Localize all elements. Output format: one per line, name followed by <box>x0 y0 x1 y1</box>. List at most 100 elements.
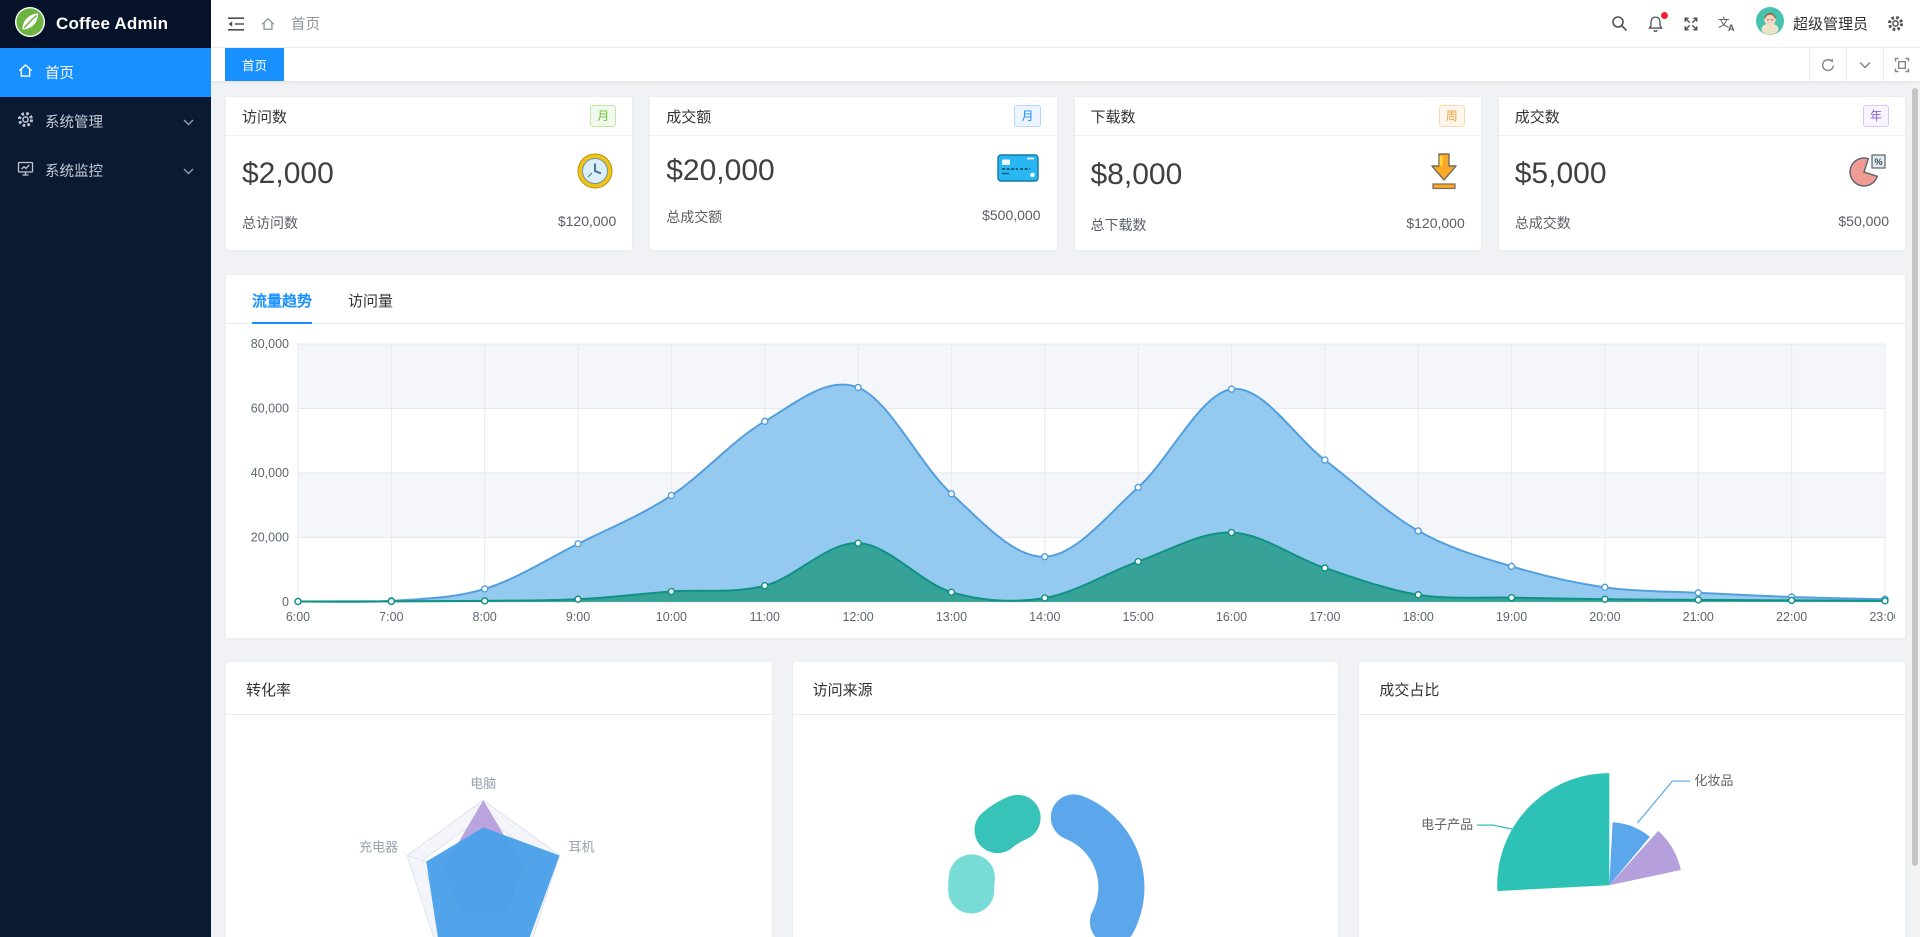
breadcrumb-home-icon[interactable] <box>260 16 276 32</box>
svg-text:11:00: 11:00 <box>750 610 780 624</box>
home-icon <box>17 62 34 83</box>
stat-card-title: 成交额 <box>666 108 712 126</box>
sidebar-item-home[interactable]: 首页 <box>0 48 211 97</box>
stat-footer-value: $50,000 <box>1838 213 1889 229</box>
deal-share-card: 成交占比 电子产品 化妆品 <box>1358 660 1907 937</box>
svg-text:14:00: 14:00 <box>1029 610 1060 624</box>
bottom-cards-row: 转化率 电脑 耳机 充电器 访问来源 成交占比 电子产品 化妆品 <box>225 660 1907 937</box>
refresh-icon[interactable] <box>1809 48 1846 81</box>
conversion-rate-card: 转化率 电脑 耳机 充电器 <box>225 660 773 937</box>
svg-text:20,000: 20,000 <box>251 530 289 544</box>
tags-view-bar: 首页 <box>211 48 1920 82</box>
app-root: Coffee Admin 首页 系统管理 系统监控 首页 文 A 超级管理员 首… <box>0 0 1920 937</box>
spring-leaf-logo-icon <box>14 6 46 43</box>
app-logo: Coffee Admin <box>0 0 211 48</box>
svg-text:21:00: 21:00 <box>1683 610 1714 624</box>
user-menu[interactable]: 超级管理员 <box>1755 7 1868 40</box>
svg-text:40,000: 40,000 <box>251 466 289 480</box>
bell-icon[interactable] <box>1647 11 1668 33</box>
svg-text:7:00: 7:00 <box>379 610 403 624</box>
period-badge: 周 <box>1438 105 1465 127</box>
svg-text:10:00: 10:00 <box>656 610 687 624</box>
svg-text:充电器: 充电器 <box>359 839 398 854</box>
chevron-down-icon <box>183 114 194 130</box>
tab-controls <box>1809 48 1920 81</box>
svg-text:电子产品: 电子产品 <box>1421 817 1473 832</box>
deal-share-chart: 电子产品 化妆品 <box>1359 715 1905 937</box>
area-chart-svg: 0 20,000 40,000 60,000 80,000 6:00 7:00 8:00 9:0… <box>251 337 1895 624</box>
clock-icon <box>576 152 614 195</box>
period-badge: 月 <box>1014 105 1041 127</box>
donut-chart-svg <box>947 794 1145 937</box>
tab-home[interactable]: 首页 <box>225 48 285 81</box>
stat-card-deals: 成交数 年 $5,000 % 总成交数 $50,000 <box>1497 96 1906 251</box>
stat-card-turnover: 成交额 月 $20,000 总成交额 $500,000 <box>649 96 1058 251</box>
stat-footer-label: 总成交额 <box>666 209 723 225</box>
svg-text:0: 0 <box>282 595 289 609</box>
username: 超级管理员 <box>1792 16 1868 33</box>
page-content: 访问数 月 $2,000 总访问数 $120,000 成交额 月 $20,000… <box>211 82 1920 937</box>
stat-footer-value: $120,000 <box>557 213 617 229</box>
sidebar-item-system-admin[interactable]: 系统管理 <box>0 97 211 146</box>
svg-text:9:00: 9:00 <box>566 610 590 624</box>
sidebar-item-label: 系统监控 <box>45 164 103 180</box>
stat-value: $5,000 <box>1514 156 1607 190</box>
stat-cards-row: 访问数 月 $2,000 总访问数 $120,000 成交额 月 $20,000… <box>225 96 1906 251</box>
tab-traffic-trend[interactable]: 流量趋势 <box>252 275 313 324</box>
svg-text:A: A <box>1728 23 1735 32</box>
svg-text:19:00: 19:00 <box>1496 610 1527 624</box>
download-icon <box>1425 152 1463 197</box>
rose-pie-chart-svg: 电子产品 化妆品 <box>1421 772 1734 891</box>
sidebar-item-system-monitor[interactable]: 系统监控 <box>0 146 211 195</box>
stat-card-title: 下载数 <box>1090 108 1136 126</box>
svg-text:化妆品: 化妆品 <box>1695 773 1734 788</box>
search-icon[interactable] <box>1611 15 1628 32</box>
sidebar-menu: 首页 系统管理 系统监控 <box>0 48 211 195</box>
translate-icon[interactable]: 文 A <box>1718 15 1737 33</box>
svg-text:15:00: 15:00 <box>1123 610 1154 624</box>
svg-text:6:00: 6:00 <box>286 610 310 624</box>
period-badge: 年 <box>1862 105 1889 127</box>
svg-text:%: % <box>1875 157 1883 167</box>
trend-tabs: 流量趋势 访问量 <box>226 275 1905 324</box>
stat-footer-value: $500,000 <box>982 207 1041 223</box>
stat-card-title: 成交数 <box>1514 108 1560 126</box>
topbar-actions: 文 A 超级管理员 <box>1611 7 1904 40</box>
fullscreen-icon[interactable] <box>1683 16 1699 32</box>
svg-text:22:00: 22:00 <box>1776 610 1807 624</box>
stat-card-visits: 访问数 月 $2,000 总访问数 $120,000 <box>225 96 634 251</box>
period-badge: 月 <box>590 105 617 127</box>
svg-text:60,000: 60,000 <box>251 401 289 415</box>
gear-icon <box>17 111 34 132</box>
tab-visit-volume[interactable]: 访问量 <box>348 275 393 323</box>
breadcrumb: 首页 <box>291 17 320 33</box>
chevron-down-icon <box>183 163 194 179</box>
avatar <box>1755 7 1784 40</box>
card-title: 访问来源 <box>792 662 1339 715</box>
scrollbar-thumb[interactable] <box>1912 88 1918 866</box>
svg-text:耳机: 耳机 <box>569 839 595 854</box>
conversion-radar-chart: 电脑耳机 充电器 <box>226 715 772 937</box>
svg-text:20:00: 20:00 <box>1589 610 1620 624</box>
sidebar: Coffee Admin 首页 系统管理 系统监控 <box>0 0 211 937</box>
radar-chart-svg: 电脑耳机 充电器 <box>359 776 595 937</box>
pie-icon: % <box>1847 152 1887 195</box>
stat-value: $8,000 <box>1090 157 1183 191</box>
svg-text:80,000: 80,000 <box>251 337 289 351</box>
card-title: 成交占比 <box>1359 662 1906 715</box>
svg-text:16:00: 16:00 <box>1216 610 1247 624</box>
sidebar-item-label: 系统管理 <box>45 115 103 131</box>
stat-footer-label: 总下载数 <box>1090 217 1147 233</box>
svg-text:12:00: 12:00 <box>842 610 873 624</box>
chevron-down-icon[interactable] <box>1846 48 1883 81</box>
visit-sources-card: 访问来源 <box>791 660 1340 937</box>
credit-card-icon <box>996 152 1039 189</box>
monitor-icon <box>17 160 34 181</box>
stat-footer-label: 总访问数 <box>242 215 298 231</box>
expand-icon[interactable] <box>1883 48 1920 81</box>
svg-text:8:00: 8:00 <box>473 610 497 624</box>
vertical-scrollbar[interactable] <box>1909 82 1920 937</box>
svg-text:电脑: 电脑 <box>470 776 496 791</box>
gear-icon[interactable] <box>1887 15 1904 32</box>
menu-fold-icon[interactable] <box>227 16 245 32</box>
